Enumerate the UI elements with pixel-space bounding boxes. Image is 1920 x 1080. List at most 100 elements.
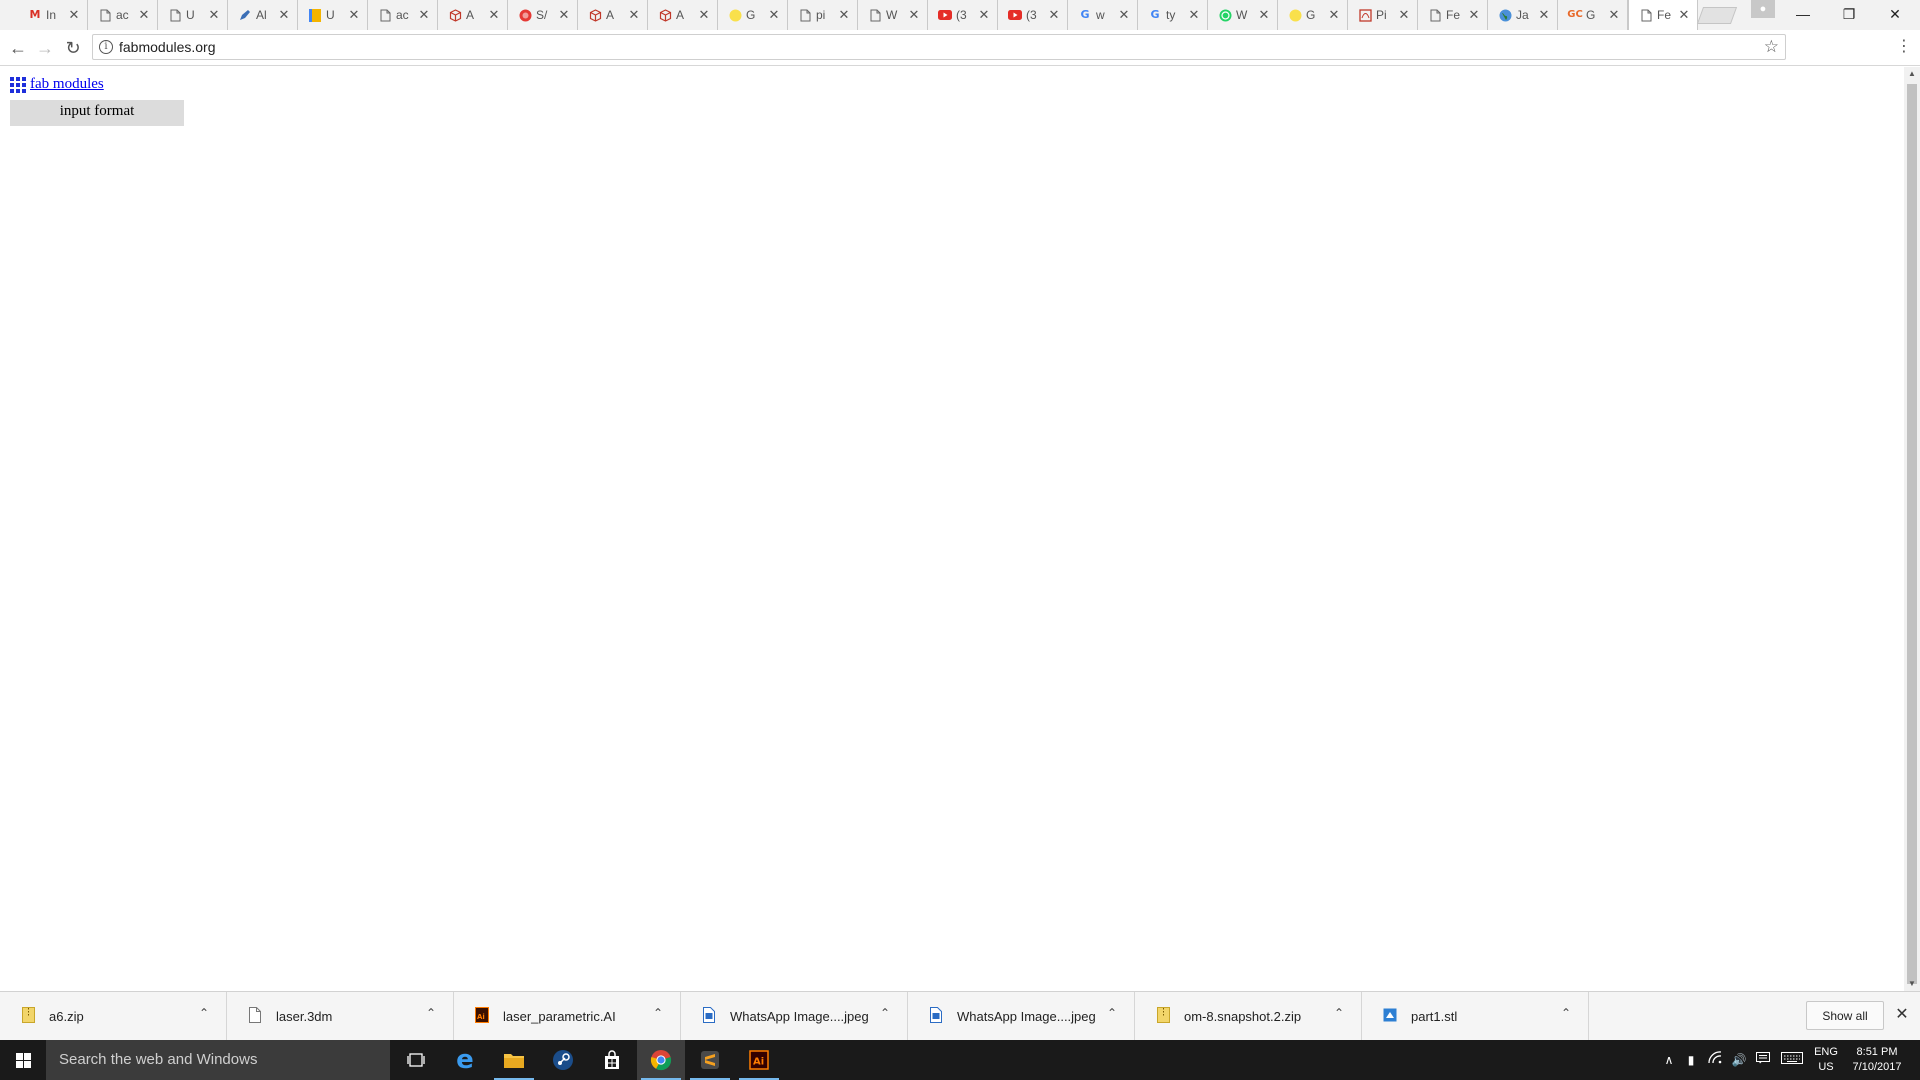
new-tab-button[interactable] bbox=[1696, 7, 1738, 24]
browser-tab[interactable]: G ✕ bbox=[1278, 0, 1348, 30]
scrollbar-thumb[interactable] bbox=[1907, 84, 1917, 984]
illustrator-icon[interactable]: Ai bbox=[735, 1040, 783, 1080]
browser-tab[interactable]: Fe ✕ bbox=[1418, 0, 1488, 30]
window-close-icon[interactable]: ✕ bbox=[1872, 0, 1918, 28]
browser-tab[interactable]: (3 ✕ bbox=[928, 0, 998, 30]
url-input[interactable] bbox=[119, 37, 1739, 57]
address-bar[interactable]: i ☆ bbox=[92, 34, 1786, 60]
browser-tab[interactable]: (3 ✕ bbox=[998, 0, 1068, 30]
forward-icon[interactable]: → bbox=[31, 34, 59, 62]
back-icon[interactable]: ← bbox=[4, 34, 32, 62]
restore-icon[interactable]: ❐ bbox=[1826, 0, 1872, 28]
browser-tab[interactable]: ac ✕ bbox=[368, 0, 438, 30]
browser-tab[interactable]: W ✕ bbox=[858, 0, 928, 30]
wifi-icon[interactable] bbox=[1706, 1050, 1724, 1070]
browser-tab[interactable]: ac ✕ bbox=[88, 0, 158, 30]
browser-tab[interactable]: S/ ✕ bbox=[508, 0, 578, 30]
sublime-text-icon[interactable] bbox=[686, 1040, 734, 1080]
tab-close-icon[interactable]: ✕ bbox=[137, 7, 151, 23]
tab-close-icon[interactable]: ✕ bbox=[207, 7, 221, 23]
chevron-up-icon[interactable]: ⌃ bbox=[199, 1006, 209, 1020]
browser-tab[interactable]: A ✕ bbox=[648, 0, 718, 30]
task-view-icon[interactable] bbox=[392, 1040, 440, 1080]
download-item[interactable]: WhatsApp Image....jpeg ⌃ bbox=[681, 992, 908, 1040]
browser-tab[interactable]: Gty ✕ bbox=[1138, 0, 1208, 30]
browser-tab[interactable]: Pi ✕ bbox=[1348, 0, 1418, 30]
keyboard-icon[interactable] bbox=[1780, 1050, 1804, 1070]
browser-tab[interactable]: U ✕ bbox=[298, 0, 368, 30]
browser-menu-icon[interactable]: ⋮ bbox=[1896, 36, 1912, 60]
browser-tab[interactable]: Gw ✕ bbox=[1068, 0, 1138, 30]
browser-tab[interactable]: Fe ✕ bbox=[1628, 0, 1698, 30]
tab-close-icon[interactable]: ✕ bbox=[627, 7, 641, 23]
tab-close-icon[interactable]: ✕ bbox=[1187, 7, 1201, 23]
chevron-up-icon[interactable]: ⌃ bbox=[1107, 1006, 1117, 1020]
download-item[interactable]: WhatsApp Image....jpeg ⌃ bbox=[908, 992, 1135, 1040]
taskbar-search-input[interactable]: Search the web and Windows bbox=[46, 1040, 390, 1080]
action-center-icon[interactable] bbox=[1754, 1050, 1772, 1070]
chevron-up-icon[interactable]: ⌃ bbox=[1334, 1006, 1344, 1020]
bookmark-star-icon[interactable]: ☆ bbox=[1764, 37, 1779, 57]
tab-close-icon[interactable]: ✕ bbox=[1607, 7, 1621, 23]
tab-close-icon[interactable]: ✕ bbox=[837, 7, 851, 23]
tab-close-icon[interactable]: ✕ bbox=[557, 7, 571, 23]
profile-icon[interactable]: ● bbox=[1751, 0, 1775, 18]
show-hidden-icons-icon[interactable]: ∧ bbox=[1660, 1050, 1678, 1070]
browser-tab[interactable]: pi ✕ bbox=[788, 0, 858, 30]
tab-close-icon[interactable]: ✕ bbox=[1537, 7, 1551, 23]
browser-tab[interactable]: A ✕ bbox=[578, 0, 648, 30]
chevron-up-icon[interactable]: ⌃ bbox=[1561, 1006, 1571, 1020]
tab-close-icon[interactable]: ✕ bbox=[277, 7, 291, 23]
site-info-icon[interactable]: i bbox=[99, 40, 113, 54]
tab-close-icon[interactable]: ✕ bbox=[1257, 7, 1271, 23]
browser-tab[interactable]: Al ✕ bbox=[228, 0, 298, 30]
chevron-up-icon[interactable]: ⌃ bbox=[653, 1006, 663, 1020]
close-shelf-icon[interactable]: ✕ bbox=[1893, 1004, 1911, 1024]
download-item[interactable]: part1.stl ⌃ bbox=[1362, 992, 1589, 1040]
battery-icon[interactable]: ▮ bbox=[1682, 1050, 1700, 1070]
show-all-button[interactable]: Show all bbox=[1806, 1001, 1884, 1030]
browser-tab[interactable]: W ✕ bbox=[1208, 0, 1278, 30]
volume-icon[interactable]: 🔊 bbox=[1730, 1050, 1748, 1070]
minimize-icon[interactable]: — bbox=[1780, 0, 1826, 28]
tab-close-icon[interactable]: ✕ bbox=[1397, 7, 1411, 23]
file-explorer-icon[interactable] bbox=[490, 1040, 538, 1080]
tab-close-icon[interactable]: ✕ bbox=[1677, 7, 1691, 23]
store-icon[interactable] bbox=[588, 1040, 636, 1080]
browser-tab[interactable]: G ✕ bbox=[718, 0, 788, 30]
tab-close-icon[interactable]: ✕ bbox=[977, 7, 991, 23]
chevron-up-icon[interactable]: ⌃ bbox=[426, 1006, 436, 1020]
input-language[interactable]: ENG US bbox=[1812, 1045, 1840, 1075]
tab-close-icon[interactable]: ✕ bbox=[767, 7, 781, 23]
tab-close-icon[interactable]: ✕ bbox=[1117, 7, 1131, 23]
vertical-scrollbar[interactable]: ▲ ▼ bbox=[1904, 67, 1920, 991]
tab-close-icon[interactable]: ✕ bbox=[347, 7, 361, 23]
reload-icon[interactable]: ↻ bbox=[59, 34, 87, 62]
system-clock[interactable]: 8:51 PM 7/10/2017 bbox=[1848, 1045, 1906, 1075]
scroll-down-icon[interactable]: ▼ bbox=[1904, 977, 1920, 991]
tab-close-icon[interactable]: ✕ bbox=[697, 7, 711, 23]
scroll-up-icon[interactable]: ▲ bbox=[1904, 67, 1920, 81]
browser-tab[interactable]: M In ✕ bbox=[18, 0, 88, 30]
browser-tab[interactable]: U ✕ bbox=[158, 0, 228, 30]
browser-tab[interactable]: A ✕ bbox=[438, 0, 508, 30]
edge-icon[interactable]: e bbox=[441, 1040, 489, 1080]
fab-modules-link[interactable]: fab modules bbox=[30, 76, 104, 93]
start-button[interactable] bbox=[0, 1040, 46, 1080]
tab-close-icon[interactable]: ✕ bbox=[487, 7, 501, 23]
download-item[interactable]: a6.zip ⌃ bbox=[0, 992, 227, 1040]
tab-close-icon[interactable]: ✕ bbox=[67, 7, 81, 23]
chrome-icon[interactable] bbox=[637, 1040, 685, 1080]
download-item[interactable]: om-8.snapshot.2.zip ⌃ bbox=[1135, 992, 1362, 1040]
tab-close-icon[interactable]: ✕ bbox=[1467, 7, 1481, 23]
tab-close-icon[interactable]: ✕ bbox=[1327, 7, 1341, 23]
browser-tab[interactable]: GC G ✕ bbox=[1558, 0, 1628, 30]
browser-tab[interactable]: Ja ✕ bbox=[1488, 0, 1558, 30]
steam-icon[interactable] bbox=[539, 1040, 587, 1080]
chevron-up-icon[interactable]: ⌃ bbox=[880, 1006, 890, 1020]
tab-close-icon[interactable]: ✕ bbox=[417, 7, 431, 23]
tab-close-icon[interactable]: ✕ bbox=[1047, 7, 1061, 23]
tab-close-icon[interactable]: ✕ bbox=[907, 7, 921, 23]
download-item[interactable]: Ai laser_parametric.AI ⌃ bbox=[454, 992, 681, 1040]
input-format-button[interactable]: input format bbox=[10, 100, 184, 126]
